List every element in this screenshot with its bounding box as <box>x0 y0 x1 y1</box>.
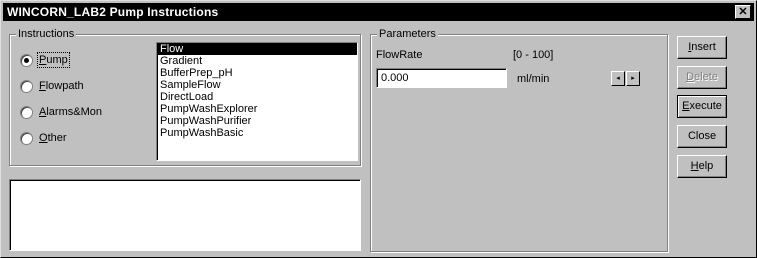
parameters-group: Parameters <box>370 28 668 252</box>
list-item-directload[interactable]: DirectLoad <box>157 91 357 103</box>
instruction-listbox[interactable]: Flow Gradient BufferPrep_pH SampleFlow D… <box>156 42 358 161</box>
radio-pump-indicator[interactable] <box>20 53 33 67</box>
spin-left-icon[interactable]: ◂ <box>611 71 625 86</box>
window-title: WINCORN_LAB2 Pump Instructions <box>7 5 219 19</box>
radio-alarms-mon-label: Alarms&Mon <box>39 106 102 119</box>
instruction-comment-box[interactable] <box>9 179 361 251</box>
flowrate-input[interactable]: 0.000 <box>376 68 507 88</box>
radio-alarms-mon[interactable]: Alarms&Mon <box>20 105 102 119</box>
parameters-group-label: Parameters <box>377 28 438 40</box>
parameter-range: [0 - 100] <box>513 49 554 61</box>
spin-right-icon[interactable]: ▸ <box>626 71 640 86</box>
close-button[interactable]: Close <box>677 125 727 148</box>
radio-flowpath-indicator[interactable] <box>20 79 33 93</box>
pump-instructions-dialog: WINCORN_LAB2 Pump Instructions ✕ Instruc… <box>0 0 757 258</box>
title-bar[interactable]: WINCORN_LAB2 Pump Instructions ✕ <box>3 3 754 21</box>
delete-button[interactable]: Delete <box>677 66 727 89</box>
list-item-pumpwashbasic[interactable]: PumpWashBasic <box>157 127 357 139</box>
radio-alarms-mon-indicator[interactable] <box>20 105 33 119</box>
list-item-gradient[interactable]: Gradient <box>157 55 357 67</box>
radio-pump[interactable]: Pump <box>20 52 70 69</box>
list-item-flow[interactable]: Flow <box>157 43 357 55</box>
close-icon[interactable]: ✕ <box>735 5 751 19</box>
insert-button[interactable]: Insert <box>677 36 727 59</box>
radio-flowpath[interactable]: Flowpath <box>20 79 84 93</box>
list-item-pumpwashpurifier[interactable]: PumpWashPurifier <box>157 115 357 127</box>
list-item-pumpwashexplorer[interactable]: PumpWashExplorer <box>157 103 357 115</box>
radio-flowpath-label: Flowpath <box>39 80 84 93</box>
radio-other[interactable]: Other <box>20 131 67 145</box>
list-item-bufferprep-ph[interactable]: BufferPrep_pH <box>157 67 357 79</box>
parameter-name: FlowRate <box>376 49 423 61</box>
list-item-sampleflow[interactable]: SampleFlow <box>157 79 357 91</box>
radio-other-label: Other <box>39 132 67 145</box>
execute-button[interactable]: Execute <box>677 95 727 118</box>
radio-other-indicator[interactable] <box>20 131 33 145</box>
help-button[interactable]: Help <box>677 155 727 178</box>
instructions-group-label: Instructions <box>16 28 77 40</box>
parameter-unit: ml/min <box>517 73 550 85</box>
radio-pump-label: Pump <box>37 52 70 69</box>
